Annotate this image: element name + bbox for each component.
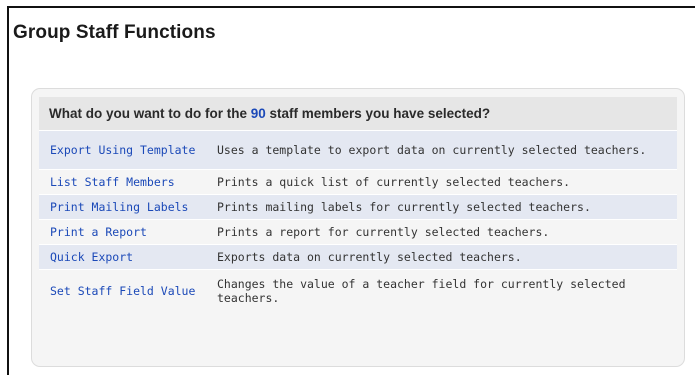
selected-count[interactable]: 90 bbox=[251, 106, 266, 121]
function-link-set-staff-field-value[interactable]: Set Staff Field Value bbox=[39, 284, 217, 298]
table-row: Print Mailing Labels Prints mailing labe… bbox=[39, 194, 677, 219]
function-link-export-using-template[interactable]: Export Using Template bbox=[39, 143, 217, 157]
table-row: Quick Export Exports data on currently s… bbox=[39, 244, 677, 269]
table-row: List Staff Members Prints a quick list o… bbox=[39, 169, 677, 194]
table-row: Print a Report Prints a report for curre… bbox=[39, 219, 677, 244]
function-description: Uses a template to export data on curren… bbox=[217, 143, 647, 157]
function-description: Exports data on currently selected teach… bbox=[217, 250, 522, 264]
function-link-print-a-report[interactable]: Print a Report bbox=[39, 225, 217, 239]
table-row: Set Staff Field Value Changes the value … bbox=[39, 269, 677, 311]
question-suffix: staff members you have selected? bbox=[265, 106, 491, 121]
function-description: Prints mailing labels for currently sele… bbox=[217, 200, 591, 214]
panel-question-header: What do you want to do for the 90 staff … bbox=[39, 97, 677, 130]
table-row: Export Using Template Uses a template to… bbox=[39, 130, 677, 169]
function-link-print-mailing-labels[interactable]: Print Mailing Labels bbox=[39, 200, 217, 214]
page-title: Group Staff Functions bbox=[13, 22, 216, 43]
function-description: Prints a quick list of currently selecte… bbox=[217, 175, 571, 189]
function-link-quick-export[interactable]: Quick Export bbox=[39, 250, 217, 264]
function-link-list-staff-members[interactable]: List Staff Members bbox=[39, 175, 217, 189]
functions-table: Export Using Template Uses a template to… bbox=[39, 130, 677, 311]
question-prefix: What do you want to do for the bbox=[49, 106, 251, 121]
function-description: Prints a report for currently selected t… bbox=[217, 225, 550, 239]
function-description: Changes the value of a teacher field for… bbox=[217, 276, 626, 305]
